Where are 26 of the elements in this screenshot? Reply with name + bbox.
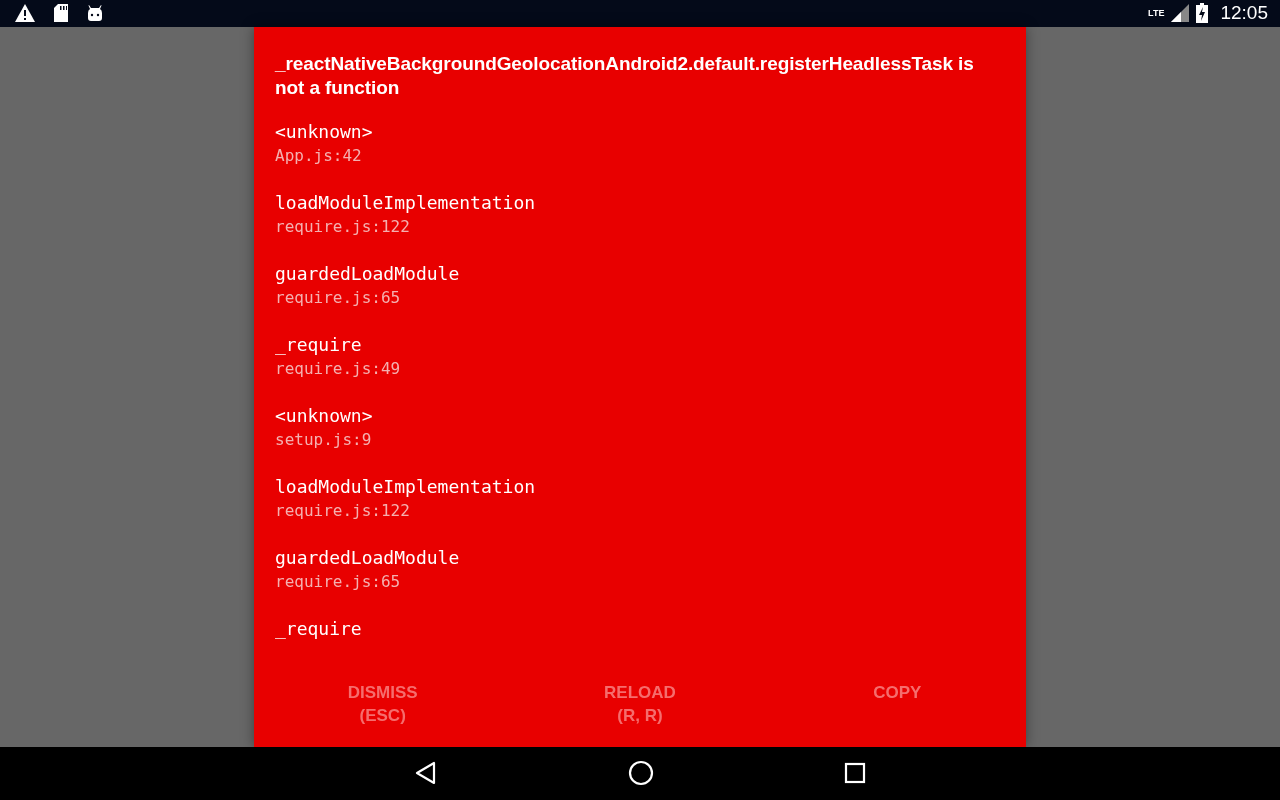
clock: 12:05 (1220, 2, 1268, 25)
recents-icon[interactable] (844, 762, 866, 785)
stack-method[interactable]: loadModuleImplementation (275, 474, 1005, 499)
stack-location: setup.js:9 (275, 428, 373, 451)
warning-icon (14, 3, 36, 24)
stack-method[interactable]: guardedLoadModule (275, 261, 1005, 286)
home-icon[interactable] (628, 760, 654, 787)
android-icon (86, 4, 104, 23)
stack-location: require.js:49 (275, 357, 402, 380)
stack-location: require.js:122 (275, 215, 411, 238)
stack-location: App.js:42 (275, 144, 363, 167)
stack-location: require.js:122 (275, 499, 411, 522)
battery-charging-icon (1196, 3, 1209, 24)
signal-icon (1170, 3, 1191, 24)
stack-location: require.js:65 (275, 570, 402, 593)
stack-method[interactable]: guardedLoadModule (275, 545, 1005, 570)
stack-method[interactable]: <unknown> (275, 119, 1005, 144)
stack-method[interactable]: loadModuleImplementation (275, 190, 1005, 215)
error-message: _reactNativeBackgroundGeolocationAndroid2.default.registerHeadlessTask is not a function (274, 51, 975, 100)
stack-location: require.js:65 (275, 286, 402, 309)
sd-card-icon (53, 3, 69, 24)
stack-method[interactable]: _require (275, 616, 1005, 641)
back-icon[interactable] (414, 761, 438, 786)
stack-method[interactable]: <unknown> (275, 403, 1005, 428)
stack-method[interactable]: _require (275, 332, 1005, 357)
network-type: LTE (1148, 8, 1165, 19)
